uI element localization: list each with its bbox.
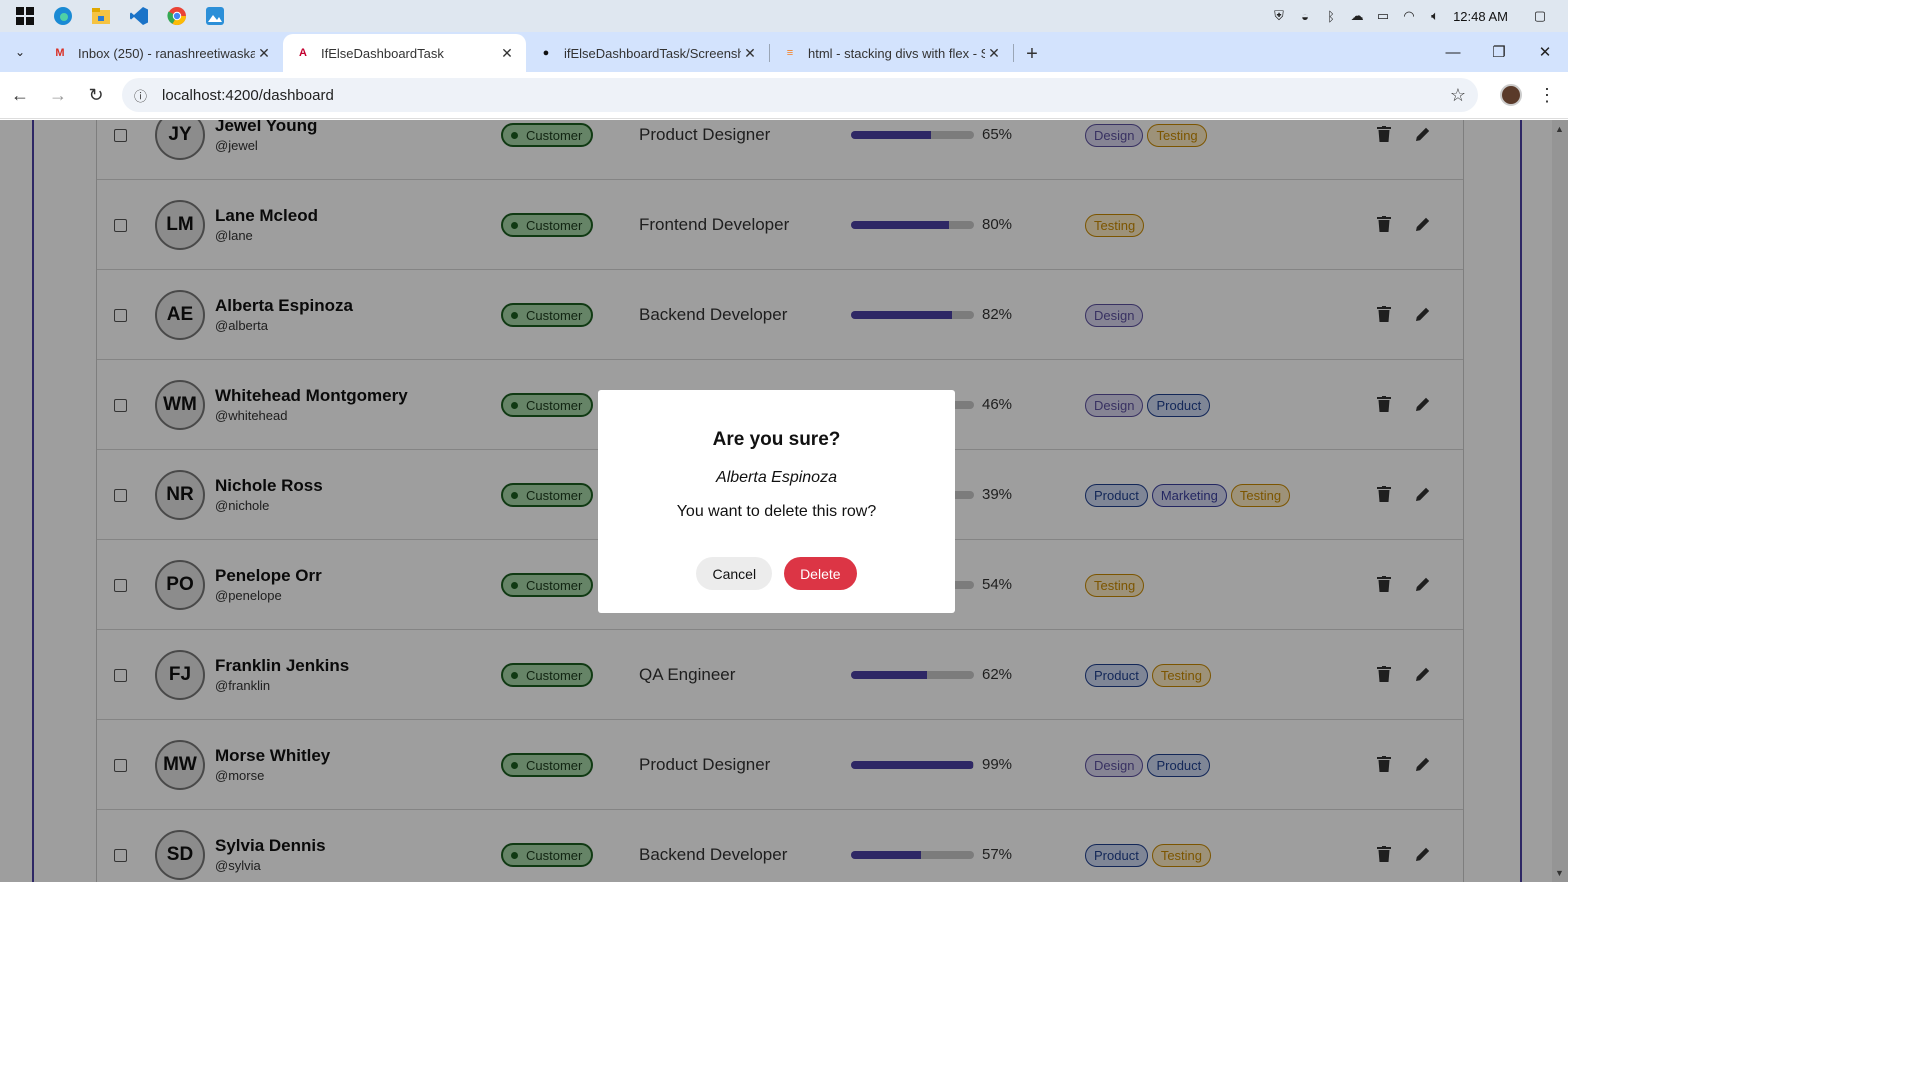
- close-window-icon[interactable]: ✕: [1522, 32, 1568, 72]
- chrome-icon[interactable]: [158, 0, 196, 32]
- wifi-icon[interactable]: ◠: [1401, 8, 1417, 24]
- cloud-app-icon[interactable]: ◒: [1297, 8, 1313, 24]
- cancel-button[interactable]: Cancel: [696, 557, 773, 590]
- windows-start-icon[interactable]: [6, 0, 44, 32]
- dialog-target-name: Alberta Espinoza: [716, 469, 837, 486]
- notifications-icon[interactable]: ▢: [1532, 8, 1548, 24]
- close-tab-icon[interactable]: ✕: [985, 45, 1003, 62]
- address-url[interactable]: localhost:4200/dashboard: [162, 87, 1450, 104]
- dialog-message: You want to delete this row?: [676, 503, 877, 520]
- browser-menu-icon[interactable]: ⋮: [1538, 85, 1556, 106]
- address-bar[interactable]: ⓘ localhost:4200/dashboard ☆: [122, 78, 1478, 112]
- gmail-icon: M: [55, 47, 65, 59]
- bluetooth-icon[interactable]: ᛒ: [1323, 8, 1339, 24]
- tab-title: ifElseDashboardTask/Screensho: [564, 45, 741, 61]
- close-tab-icon[interactable]: ✕: [255, 45, 273, 62]
- tab-title: html - stacking divs with flex - S: [808, 45, 985, 61]
- battery-icon[interactable]: ▭: [1375, 8, 1391, 24]
- site-info-icon[interactable]: ⓘ: [134, 86, 154, 105]
- browser-tabstrip: ⌄ M Inbox (250) - ranashreetiwaskar ✕ A …: [0, 32, 1568, 72]
- tab-title: Inbox (250) - ranashreetiwaskar: [78, 45, 255, 61]
- bookmark-star-icon[interactable]: ☆: [1450, 85, 1466, 106]
- new-tab-icon[interactable]: +: [1014, 36, 1050, 72]
- vscode-icon[interactable]: [120, 0, 158, 32]
- system-tray: ⛨ ◒ ᛒ ☁ ▭ ◠ 🔈︎ 12:48 AM ▢: [1271, 8, 1568, 24]
- tab-search-chevron-icon[interactable]: ⌄: [0, 32, 40, 72]
- reload-icon[interactable]: ↻: [78, 77, 114, 113]
- back-arrow-icon[interactable]: ←: [2, 77, 38, 113]
- stackoverflow-icon: ≡: [786, 47, 794, 59]
- taskbar-apps: [0, 0, 234, 32]
- clock-time[interactable]: 12:48 AM: [1453, 9, 1508, 24]
- dialog-actions: Cancel Delete: [598, 557, 955, 590]
- restore-icon[interactable]: ❐: [1476, 32, 1522, 72]
- onedrive-icon[interactable]: ☁: [1349, 8, 1365, 24]
- close-tab-icon[interactable]: ✕: [498, 45, 516, 62]
- windows-taskbar: ⛨ ◒ ᛒ ☁ ▭ ◠ 🔈︎ 12:48 AM ▢: [0, 0, 1568, 32]
- delete-button[interactable]: Delete: [784, 557, 857, 590]
- forward-arrow-icon[interactable]: →: [40, 77, 76, 113]
- minimize-icon[interactable]: —: [1430, 32, 1476, 72]
- close-tab-icon[interactable]: ✕: [741, 45, 759, 62]
- volume-icon[interactable]: 🔈︎: [1427, 8, 1443, 24]
- tab-github[interactable]: ● ifElseDashboardTask/Screensho ✕: [526, 36, 769, 70]
- tab-dashboard[interactable]: A IfElseDashboardTask ✕: [283, 34, 526, 72]
- photos-icon[interactable]: [196, 0, 234, 32]
- angular-icon: A: [299, 47, 307, 59]
- github-icon: ●: [542, 47, 550, 59]
- security-shield-icon[interactable]: ⛨: [1271, 8, 1287, 24]
- delete-confirm-dialog: Are you sure? Alberta Espinoza You want …: [598, 390, 955, 613]
- window-controls: — ❐ ✕: [1430, 32, 1568, 72]
- profile-avatar[interactable]: [1500, 84, 1522, 106]
- tab-gmail[interactable]: M Inbox (250) - ranashreetiwaskar ✕: [40, 36, 283, 70]
- dialog-title: Are you sure?: [712, 429, 841, 450]
- file-explorer-icon[interactable]: [82, 0, 120, 32]
- tab-title: IfElseDashboardTask: [321, 45, 444, 61]
- browser-toolbar: ← → ↻ ⓘ localhost:4200/dashboard ☆ ⋮: [0, 72, 1568, 119]
- edge-icon[interactable]: [44, 0, 82, 32]
- tab-stackoverflow[interactable]: ≡ html - stacking divs with flex - S ✕: [770, 36, 1013, 70]
